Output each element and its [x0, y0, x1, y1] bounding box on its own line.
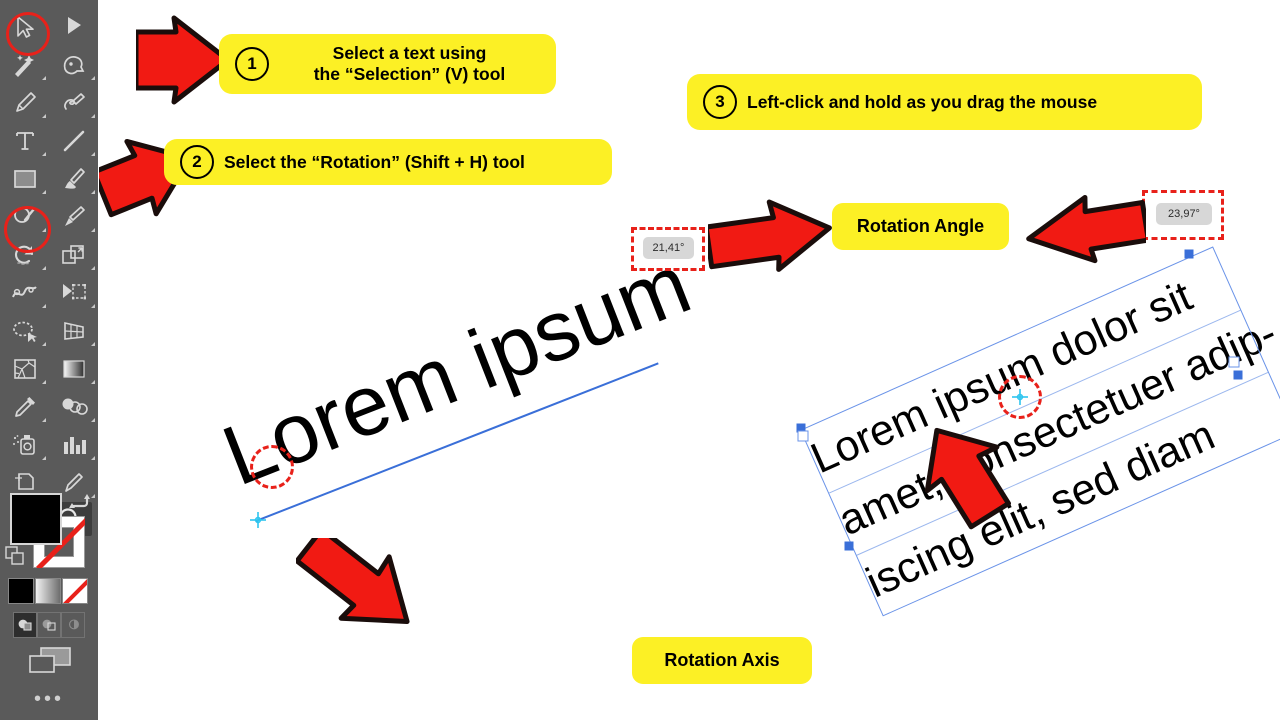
brush-tool[interactable] — [49, 162, 98, 196]
crackle-fill-tool[interactable] — [0, 352, 49, 386]
callout-step-1: 1 Select a text using the “Selection” (V… — [219, 34, 556, 94]
tool-overflow-corner — [42, 152, 46, 156]
callout-text-line: Select a text using — [332, 43, 487, 63]
paint-mode-none[interactable] — [62, 578, 88, 604]
mesh-tool[interactable] — [49, 276, 98, 310]
blend-tool[interactable] — [49, 390, 98, 424]
callout-number: 2 — [180, 145, 214, 179]
draw-mode-inside[interactable] — [61, 612, 85, 638]
selection-handle-right-middle[interactable] — [1228, 356, 1240, 368]
selection-handle-top-right[interactable] — [1184, 249, 1194, 259]
default-fill-stroke-icon[interactable] — [5, 546, 27, 566]
zoom-marquee-tool[interactable] — [49, 48, 98, 82]
tool-overflow-corner — [91, 456, 95, 460]
selection-handle-left-middle[interactable] — [797, 430, 809, 442]
swap-fill-stroke-icon[interactable] — [68, 492, 90, 512]
perspective-tool[interactable] — [49, 314, 98, 348]
tool-overflow-corner — [91, 304, 95, 308]
arrow-to-rotation-axis-left — [296, 538, 410, 625]
paint-mode-solid[interactable] — [8, 578, 34, 604]
arrow-to-angle-readout-right — [1026, 194, 1146, 264]
text-tool[interactable] — [0, 124, 49, 158]
toolbar-overflow-button[interactable]: ••• — [0, 689, 98, 709]
canvas[interactable]: Lorem ipsum Lorem ipsum dolor sit amet, … — [0, 0, 1280, 720]
arrow-to-angle-readout-left — [708, 199, 832, 272]
callout-text: Select a text using the “Selection” (V) … — [279, 43, 540, 85]
paint-mode-buttons[interactable] — [8, 578, 92, 606]
paintbrush-tool[interactable] — [49, 200, 98, 234]
tool-overflow-corner — [42, 304, 46, 308]
label-rotation-angle: Rotation Angle — [832, 203, 1009, 250]
draw-mode-behind[interactable] — [37, 612, 61, 638]
tool-overflow-corner — [42, 380, 46, 384]
callout-step-2: 2 Select the “Rotation” (Shift + H) tool — [164, 139, 612, 185]
warp-tool[interactable] — [0, 276, 49, 310]
angle-readout-right: 23,97° — [1142, 190, 1224, 240]
callout-number: 1 — [235, 47, 269, 81]
color-swatch-area[interactable] — [0, 488, 98, 588]
transform-tool[interactable] — [49, 238, 98, 272]
tool-overflow-corner — [91, 342, 95, 346]
draw-mode-buttons[interactable] — [13, 612, 85, 638]
tool-palette[interactable]: ••• — [0, 0, 98, 720]
rotation-tool[interactable] — [0, 238, 49, 272]
callout-number: 3 — [703, 85, 737, 119]
selection-handle-bottom-right[interactable] — [1233, 370, 1243, 380]
tool-overflow-corner — [42, 418, 46, 422]
tool-overflow-corner — [42, 114, 46, 118]
arrow-to-selection-tool — [136, 15, 231, 105]
callout-text: Left-click and hold as you drag the mous… — [747, 91, 1098, 112]
tool-overflow-corner — [42, 342, 46, 346]
angle-value: 23,97° — [1156, 203, 1212, 225]
tool-overflow-corner — [91, 114, 95, 118]
rectangle-tool[interactable] — [0, 162, 49, 196]
tool-overflow-corner — [91, 152, 95, 156]
pencil-tool[interactable] — [49, 86, 98, 120]
tool-overflow-corner — [91, 76, 95, 80]
paint-mode-gradient[interactable] — [35, 578, 61, 604]
tool-overflow-corner — [42, 228, 46, 232]
rotation-axis-marker-left — [250, 445, 294, 489]
rotation-axis-crosshair-left — [250, 512, 266, 528]
tool-overflow-corner — [91, 190, 95, 194]
pen-tool[interactable] — [0, 86, 49, 120]
angle-value: 21,41° — [643, 237, 694, 259]
fill-swatch[interactable] — [10, 493, 62, 545]
gradient-tool[interactable] — [49, 352, 98, 386]
line-tool[interactable] — [49, 124, 98, 158]
screen-mode-icon[interactable] — [28, 646, 72, 676]
tool-overflow-corner — [42, 190, 46, 194]
tool-overflow-corner — [91, 266, 95, 270]
draw-mode-normal[interactable] — [13, 612, 37, 638]
tool-overflow-corner — [42, 76, 46, 80]
label-rotation-axis: Rotation Axis — [632, 637, 812, 684]
tool-overflow-corner — [42, 266, 46, 270]
selection-bounding-box[interactable] — [800, 246, 1280, 617]
chart-tool[interactable] — [49, 428, 98, 462]
arrow-to-rotation-axis-right — [924, 427, 1012, 530]
angle-readout-left: 21,41° — [631, 227, 705, 271]
callout-step-3: 3 Left-click and hold as you drag the mo… — [687, 74, 1202, 130]
callout-text: Select the “Rotation” (Shift + H) tool — [224, 151, 525, 172]
tool-overflow-corner — [91, 228, 95, 232]
lasso-tool[interactable] — [0, 314, 49, 348]
tweak-tool[interactable] — [0, 48, 49, 82]
tool-overflow-corner — [42, 456, 46, 460]
selection-handle-bottom-left[interactable] — [844, 541, 854, 551]
callout-text-line: the “Selection” (V) tool — [313, 64, 506, 84]
shape-builder-tool[interactable] — [0, 200, 49, 234]
node-tool[interactable] — [49, 10, 98, 44]
selection-tool[interactable] — [0, 10, 49, 44]
tool-overflow-corner — [91, 380, 95, 384]
tool-overflow-corner — [91, 418, 95, 422]
spray-tool[interactable] — [0, 428, 49, 462]
eyedropper-tool[interactable] — [0, 390, 49, 424]
